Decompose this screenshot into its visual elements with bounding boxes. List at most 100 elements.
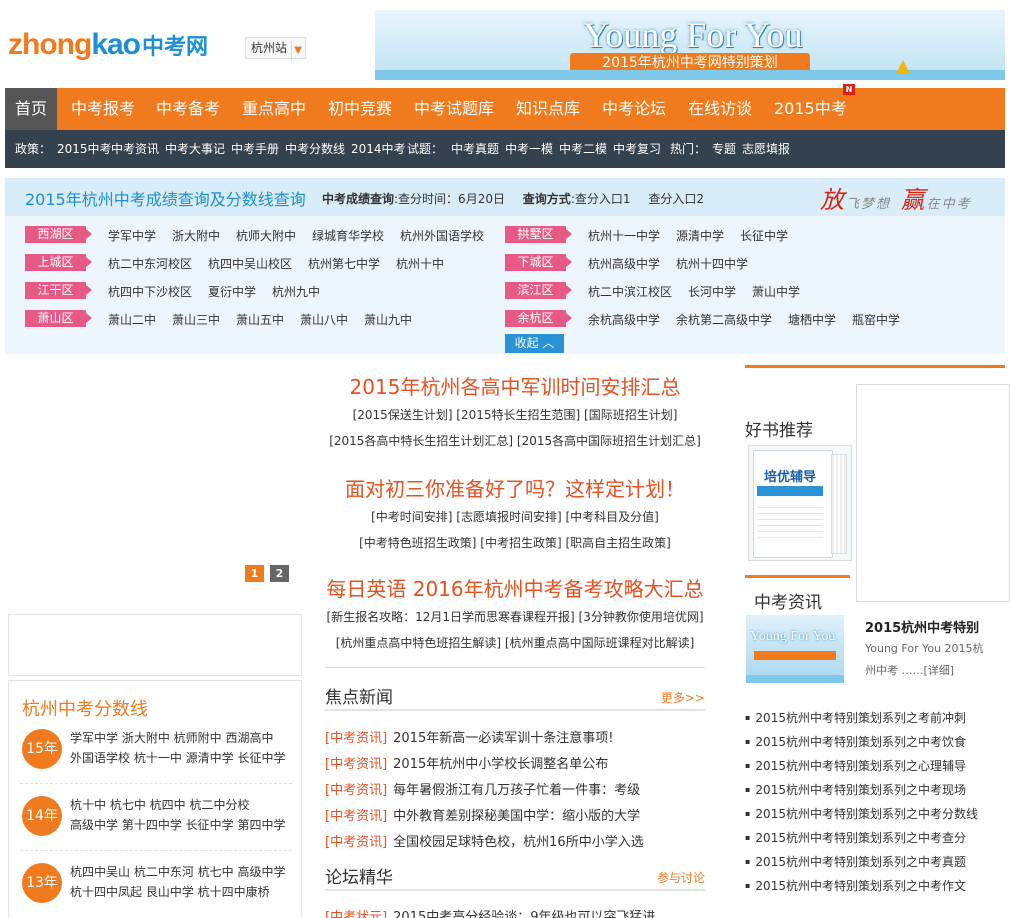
news-text[interactable]: 全国校园足球特色校，杭州16所中小学入选 (393, 835, 644, 850)
score-query-title[interactable]: 2015年杭州中考成绩查询及分数线查询 (25, 186, 306, 210)
news-category[interactable]: [中考资讯] (325, 757, 387, 772)
school-link[interactable]: 余杭第二高级中学 (676, 311, 772, 328)
nav-item-interview[interactable]: 在线访谈 (688, 88, 752, 130)
school-link[interactable]: 余杭高级中学 (588, 311, 660, 328)
news-category[interactable]: [中考资讯] (325, 809, 387, 824)
news-text[interactable]: 2015中考高分经验谈：9年级也可以突飞猛进 (393, 910, 655, 918)
list-item[interactable]: 2015杭州中考特别策划系列之中考作文 (745, 877, 966, 894)
school-link[interactable]: 浙大附中 (172, 227, 220, 244)
news-text[interactable]: 2015年新高一必读军训十条注意事项! (393, 731, 613, 746)
news-item[interactable]: [中考状元] 2015中考高分经验谈：9年级也可以突飞猛进 (325, 906, 656, 918)
news-text[interactable]: 每年暑假浙江有几万孩子忙着一件事：考级 (393, 783, 640, 798)
school-link[interactable]: 杭州十四中学 (676, 255, 748, 272)
school-link[interactable]: 杭州十中 (396, 255, 444, 272)
nav-item-home[interactable]: 首页 (5, 88, 57, 130)
news-item[interactable]: [中考资讯] 每年暑假浙江有几万孩子忙着一件事：考级 (325, 779, 640, 798)
subnav-link[interactable]: 中考分数线 (285, 130, 345, 168)
school-link[interactable]: 长征中学 (740, 227, 788, 244)
headline-title[interactable]: 2015年杭州各高中军训时间安排汇总 (305, 371, 725, 400)
subnav-link[interactable]: 中考真题 (451, 130, 499, 168)
news-item[interactable]: [中考资讯] 全国校园足球特色校，杭州16所中小学入选 (325, 831, 644, 850)
subnav-link[interactable]: 中考手册 (231, 130, 279, 168)
list-item[interactable]: 2015杭州中考特别策划系列之中考查分 (745, 829, 966, 846)
school-link[interactable]: 杭四中下沙校区 (108, 283, 192, 300)
news-item[interactable]: [中考资讯] 2015年杭州中小学校长调整名单公布 (325, 753, 608, 772)
school-line[interactable]: 外国语学校 杭十一中 源清中学 长征中学 (70, 748, 285, 768)
news-category[interactable]: [中考资讯] (325, 835, 387, 850)
news-text[interactable]: 中外教育差别探秘美国中学：缩小版的大学 (393, 809, 640, 824)
school-link[interactable]: 萧山八中 (300, 311, 348, 328)
school-link[interactable]: 杭四中吴山校区 (208, 255, 292, 272)
headline-links[interactable]: [中考特色班招生政策] [中考招生政策] [职高自主招生政策] (305, 534, 725, 551)
nav-item-forum[interactable]: 中考论坛 (602, 88, 666, 130)
school-link[interactable]: 杭州外国语学校 (400, 227, 484, 244)
school-link[interactable]: 萧山三中 (172, 311, 220, 328)
district-tag[interactable]: 余杭区 (505, 310, 572, 327)
school-link[interactable]: 杭二中滨江校区 (588, 283, 672, 300)
headline-title[interactable]: 每日英语 2016年杭州中考备考攻略大汇总 (305, 573, 725, 602)
news-category[interactable]: [中考状元] (325, 910, 387, 918)
image-slider[interactable] (5, 354, 303, 586)
subnav-link[interactable]: 2015中考 (57, 130, 112, 168)
news-text[interactable]: 2015年杭州中小学校长调整名单公布 (393, 757, 608, 772)
school-link[interactable]: 杭二中东河校区 (108, 255, 192, 272)
district-tag[interactable]: 滨江区 (505, 282, 572, 299)
slider-page-2[interactable]: 2 (270, 565, 289, 582)
more-link[interactable]: 更多>> (661, 689, 705, 706)
school-link[interactable]: 杭州第七中学 (308, 255, 380, 272)
school-link[interactable]: 萧山中学 (752, 283, 800, 300)
school-link[interactable]: 杭州十一中学 (588, 227, 660, 244)
list-item[interactable]: 2015杭州中考特别策划系列之中考真题 (745, 853, 966, 870)
school-link[interactable]: 杭州九中 (272, 283, 320, 300)
district-tag[interactable]: 下城区 (505, 254, 572, 271)
news-item[interactable]: [中考资讯] 2015年新高一必读军训十条注意事项! (325, 727, 613, 746)
nav-item-competition[interactable]: 初中竞赛 (328, 88, 392, 130)
subnav-link[interactable]: 中考复习 (613, 130, 661, 168)
school-link[interactable]: 学军中学 (108, 227, 156, 244)
nav-item-key-high-school[interactable]: 重点高中 (242, 88, 306, 130)
school-link[interactable]: 瓶窑中学 (852, 311, 900, 328)
school-link[interactable]: 萧山五中 (236, 311, 284, 328)
school-link[interactable]: 夏衍中学 (208, 283, 256, 300)
district-tag[interactable]: 上城区 (25, 254, 92, 271)
subnav-link[interactable]: 专题 (712, 130, 736, 168)
district-tag[interactable]: 西湖区 (25, 226, 92, 243)
school-link[interactable]: 源清中学 (676, 227, 724, 244)
district-tag[interactable]: 拱墅区 (505, 226, 572, 243)
discuss-link[interactable]: 参与讨论 (657, 869, 705, 886)
list-item[interactable]: 2015杭州中考特别策划系列之中考分数线 (745, 805, 978, 822)
entry-2-link[interactable]: 查分入口2 (648, 192, 704, 206)
subnav-link[interactable]: 2014中考 (351, 130, 406, 168)
school-link[interactable]: 杭师大附中 (236, 227, 296, 244)
headline-title[interactable]: 面对初三你准备好了吗？这样定计划！ (305, 473, 725, 502)
slider-page-1[interactable]: 1 (245, 565, 264, 582)
top-banner[interactable]: Young For You 2015年杭州中考网特别策划 (375, 10, 1005, 80)
city-selector[interactable]: 杭州站 ▼ (245, 37, 306, 61)
school-link[interactable]: 萧山二中 (108, 311, 156, 328)
news-thumbnail[interactable]: Young For You (746, 615, 844, 683)
subnav-link[interactable]: 中考资讯 (111, 130, 159, 168)
school-line[interactable]: 杭十四中凤起 艮山中学 杭十四中康桥 (70, 882, 285, 902)
subnav-link[interactable]: 中考大事记 (165, 130, 225, 168)
nav-item-2015[interactable]: 2015中考 (774, 88, 847, 130)
detail-link[interactable]: [详细] (924, 664, 955, 677)
news-category[interactable]: [中考资讯] (325, 783, 387, 798)
list-item[interactable]: 2015杭州中考特别策划系列之考前冲刺 (745, 709, 966, 726)
collapse-button[interactable]: 收起 ︿ (505, 334, 564, 353)
school-link[interactable]: 萧山九中 (364, 311, 412, 328)
book-cover[interactable]: 培优辅导 (748, 445, 852, 561)
list-item[interactable]: 2015杭州中考特别策划系列之中考现场 (745, 781, 966, 798)
headline-links[interactable]: [中考时间安排] [志愿填报时间安排] [中考科目及分值] (305, 508, 725, 525)
school-link[interactable]: 塘栖中学 (788, 311, 836, 328)
school-link[interactable]: 绿城育华学校 (312, 227, 384, 244)
floating-ad-box[interactable] (856, 384, 1010, 602)
district-tag[interactable]: 萧山区 (25, 310, 92, 327)
school-link[interactable]: 杭州高级中学 (588, 255, 660, 272)
subnav-link[interactable]: 中考一模 (505, 130, 553, 168)
headline-links[interactable]: [2015各高中特长生招生计划汇总] [2015各高中国际班招生计划汇总] (305, 432, 725, 449)
list-item[interactable]: 2015杭州中考特别策划系列之心理辅导 (745, 757, 966, 774)
school-line[interactable]: 学军中学 浙大附中 杭师附中 西湖高中 (70, 728, 285, 748)
subnav-link[interactable]: 中考二模 (559, 130, 607, 168)
nav-item-baokao[interactable]: 中考报考 (71, 88, 135, 130)
headline-links[interactable]: [新生报名攻略：12月1日学而思寒春课程开报] [3分钟教你使用培优网] (305, 608, 725, 625)
